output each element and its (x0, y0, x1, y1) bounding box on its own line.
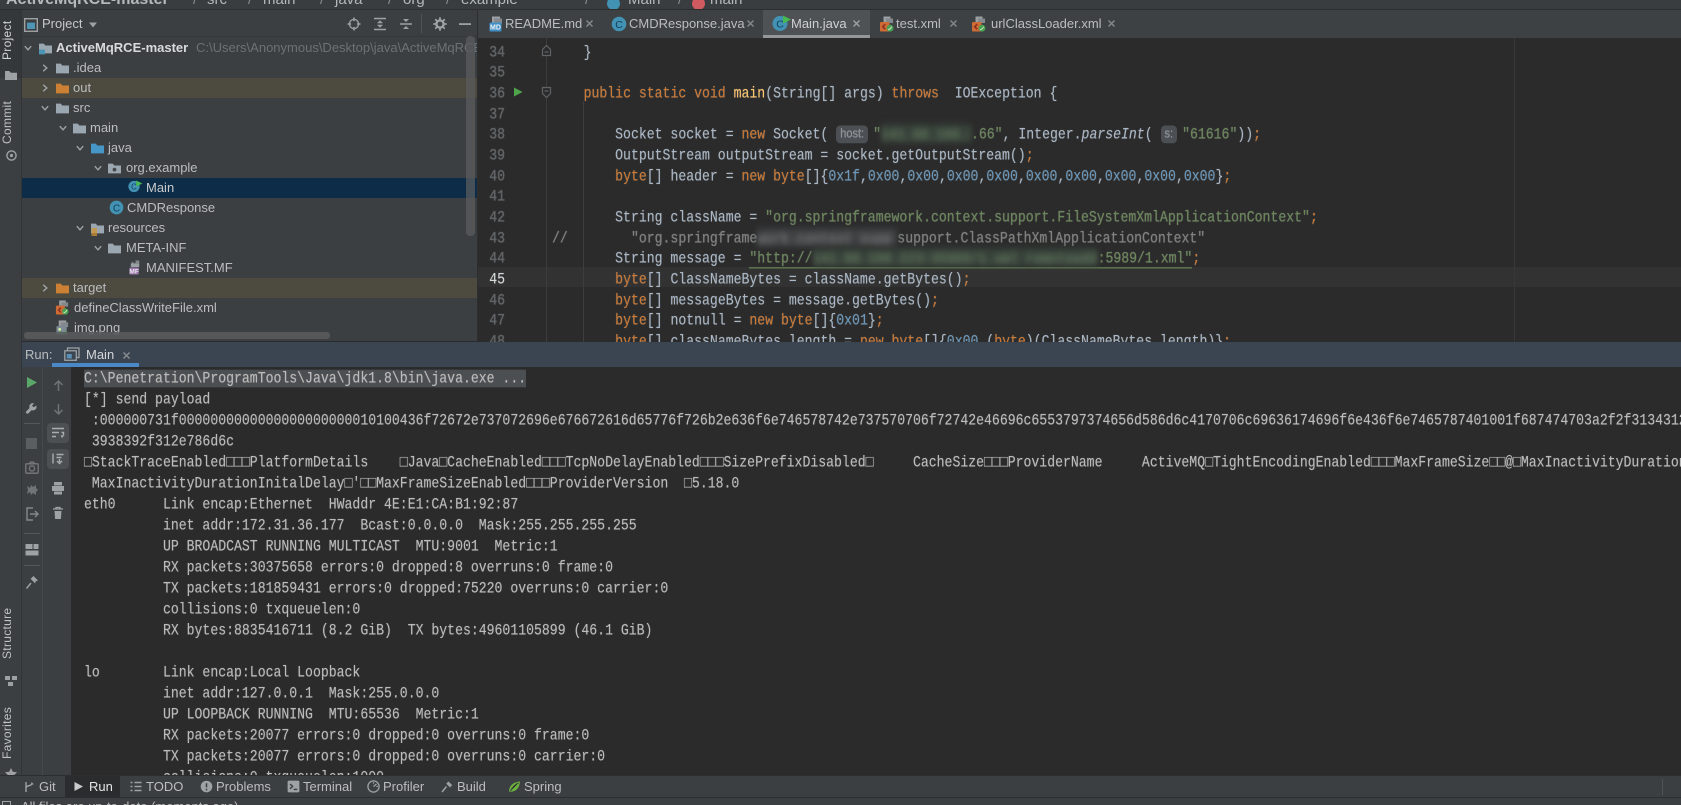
svg-text:MF: MF (129, 268, 138, 275)
svg-text:MD: MD (490, 25, 501, 32)
svg-text:C: C (113, 203, 120, 214)
svg-text:C: C (615, 19, 623, 31)
